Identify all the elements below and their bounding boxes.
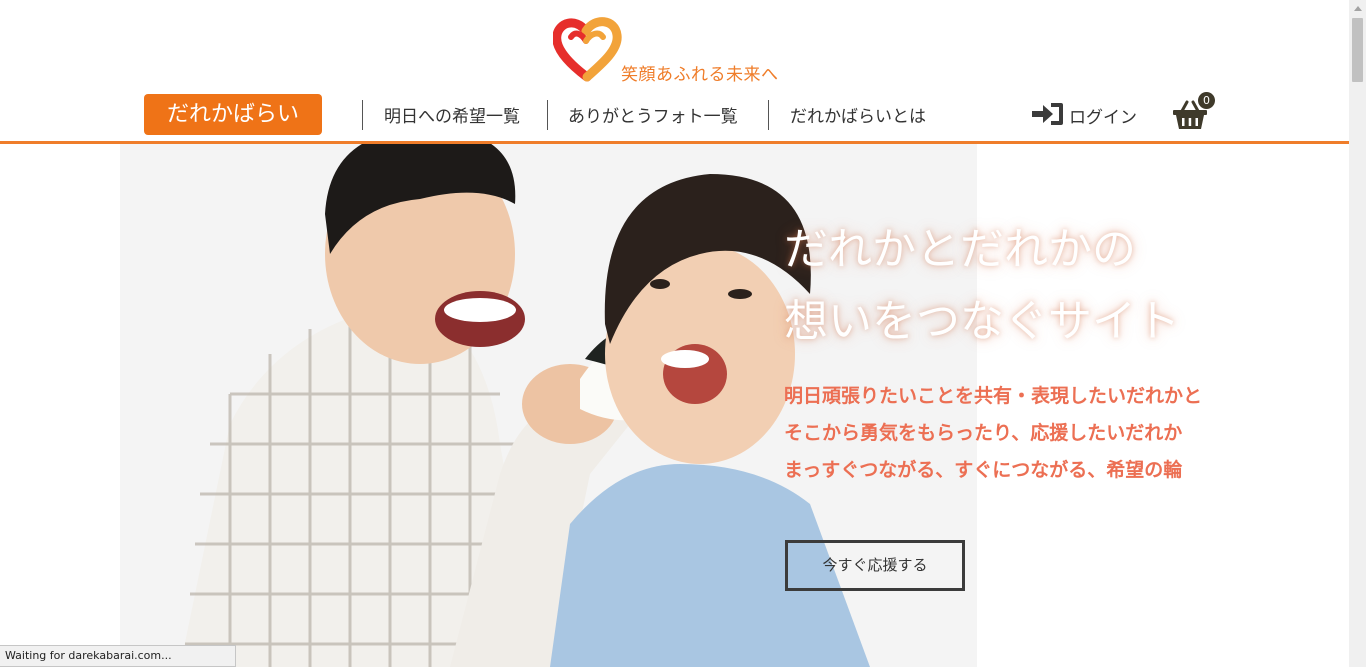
cart-count-badge: 0: [1198, 92, 1215, 109]
site-logo[interactable]: 笑顔あふれる未来へ: [553, 15, 798, 85]
nav-link-about[interactable]: だれかばらいとは: [790, 102, 926, 127]
scroll-up-arrow-icon[interactable]: [1349, 0, 1366, 17]
nav-divider: [768, 100, 769, 130]
vertical-scrollbar[interactable]: [1349, 0, 1366, 667]
browser-status-bar: Waiting for darekabarai.com...: [0, 645, 236, 667]
hero-description: 明日頑張りたいことを共有・表現したいだれかと そこから勇気をもらったり、応援した…: [784, 378, 1244, 489]
main-nav: だれかばらい 明日への希望一覧 ありがとうフォト一覧 だれかばらいとは ログイン…: [0, 92, 1349, 142]
heart-logo-icon: [553, 17, 622, 82]
page: 笑顔あふれる未来へ だれかばらい 明日への希望一覧 ありがとうフォト一覧 だれか…: [0, 0, 1366, 667]
nav-link-hope-list[interactable]: 明日への希望一覧: [384, 102, 520, 127]
brand-button[interactable]: だれかばらい: [144, 94, 322, 135]
login-label: ログイン: [1069, 108, 1137, 128]
scroll-thumb[interactable]: [1352, 18, 1363, 82]
hero-headline-line2: 想いをつなぐサイト: [784, 296, 1180, 347]
hero-description-line1: 明日頑張りたいことを共有・表現したいだれかと: [784, 385, 1203, 407]
hero-headline-line1: だれかとだれかの: [784, 224, 1136, 275]
login-icon: [1032, 103, 1063, 125]
nav-divider: [547, 100, 548, 130]
cart-button[interactable]: 0: [1170, 92, 1220, 134]
hero-description-line2: そこから勇気をもらったり、応援したいだれか: [784, 422, 1183, 444]
logo-tagline: 笑顔あふれる未来へ: [621, 65, 779, 85]
nav-divider: [362, 100, 363, 130]
hero-description-line3: まっすぐつながる、すぐにつながる、希望の輪: [784, 459, 1183, 481]
support-now-button[interactable]: 今すぐ応援する: [785, 540, 965, 591]
hero-headline: だれかとだれかの 想いをつなぐサイト: [784, 214, 1264, 358]
nav-link-thanks-photo-list[interactable]: ありがとうフォト一覧: [568, 102, 738, 127]
